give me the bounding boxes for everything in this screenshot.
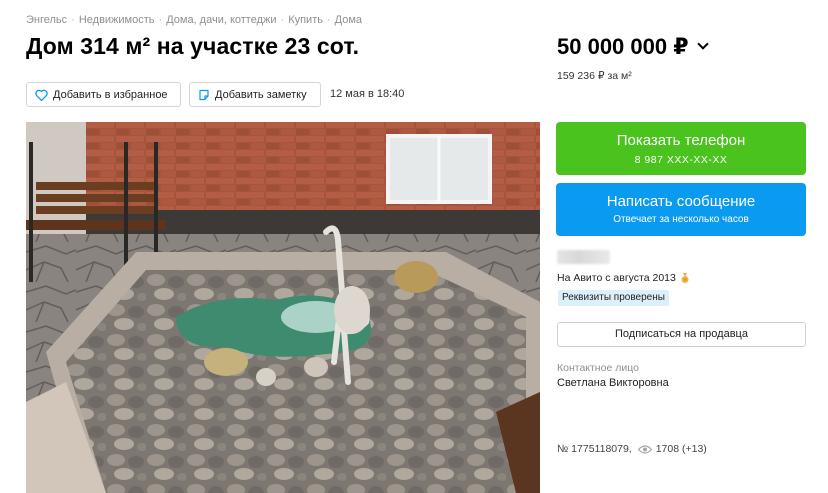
publish-date: 12 мая в 18:40	[330, 88, 405, 100]
seller-name-blurred[interactable]	[557, 250, 610, 264]
seller-since-label: На Авито с августа 2013	[557, 272, 676, 284]
breadcrumb-item[interactable]: Дома, дачи, коттеджи	[166, 14, 276, 26]
write-message-label: Написать сообщение	[606, 193, 756, 210]
breadcrumb-separator: ·	[71, 14, 75, 26]
subscribe-seller-button[interactable]: Подписаться на продавца	[557, 322, 806, 347]
masked-phone-number: 8 987 XXX-XX-XX	[634, 154, 728, 166]
contact-person-name: Светлана Викторовна	[557, 377, 669, 389]
breadcrumb-item[interactable]: Энгельс	[26, 14, 67, 26]
price-block[interactable]: 50 000 000 ₽	[557, 34, 709, 60]
views-count: 1708 (+13)	[655, 443, 707, 455]
chevron-down-icon[interactable]	[696, 38, 709, 50]
add-to-favorites-button[interactable]: Добавить в избранное	[26, 82, 181, 107]
breadcrumb-item[interactable]: Недвижимость	[79, 14, 155, 26]
ad-meta: № 1775118079, 1708 (+13)	[557, 443, 707, 455]
ad-number: № 1775118079,	[557, 443, 632, 455]
add-to-favorites-label: Добавить в избранное	[53, 88, 168, 101]
breadcrumb-item[interactable]: Дома	[335, 14, 362, 26]
price-per-meter: 159 236 ₽ за м²	[557, 70, 632, 82]
seller-since: На Авито с августа 2013	[557, 272, 690, 284]
price-value: 50 000 000 ₽	[557, 34, 689, 59]
listing-photo[interactable]	[26, 122, 540, 493]
verified-badge: Реквизиты проверены	[558, 290, 669, 306]
breadcrumb-separator: ·	[280, 14, 285, 26]
breadcrumb-separator: ·	[326, 14, 331, 26]
show-phone-button[interactable]: Показать телефон 8 987 XXX-XX-XX	[556, 122, 806, 175]
note-icon	[199, 89, 209, 100]
page-title: Дом 314 м² на участке 23 сот.	[26, 33, 360, 59]
response-time-label: Отвечает за несколько часов	[613, 214, 749, 225]
breadcrumb-separator: ·	[158, 14, 163, 26]
eye-icon	[637, 444, 652, 454]
breadcrumb-item[interactable]: Купить	[288, 14, 323, 26]
show-phone-label: Показать телефон	[616, 132, 746, 149]
heart-icon	[35, 89, 48, 101]
add-note-button[interactable]: Добавить заметку	[189, 82, 321, 107]
medal-icon	[681, 272, 689, 283]
breadcrumb: Энгельс · Недвижимость · Дома, дачи, коттедж…	[26, 14, 362, 26]
contact-person-label: Контактное лицо	[557, 362, 639, 374]
photo-illustration	[26, 122, 540, 493]
write-message-button[interactable]: Написать сообщение Отвечает за несколько…	[556, 183, 806, 236]
add-note-label: Добавить заметку	[215, 88, 307, 101]
